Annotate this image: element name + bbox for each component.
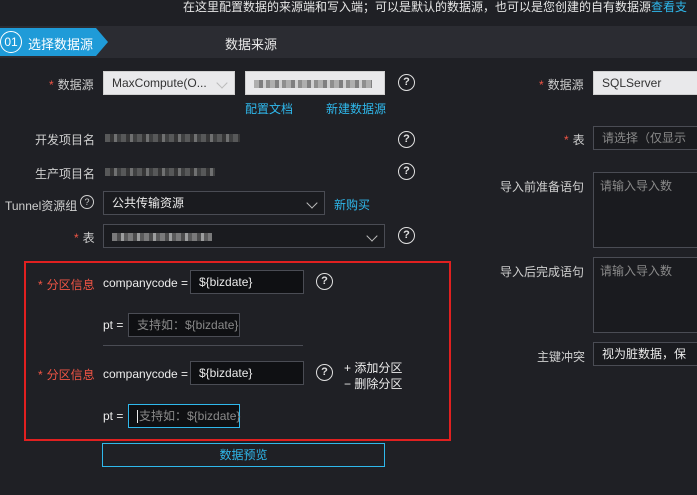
post-sql-textarea[interactable]: 请输入导入数 bbox=[593, 257, 697, 333]
help-icon[interactable]: ? bbox=[398, 131, 415, 148]
redacted-text bbox=[105, 134, 240, 142]
required-mark: * bbox=[564, 133, 569, 147]
top-description-text: 在这里配置数据的来源端和写入端；可以是默认的数据源，也可以是您创建的自有数据源 bbox=[183, 0, 652, 14]
help-icon[interactable]: ? bbox=[398, 227, 415, 244]
source-table-label: * 表 bbox=[74, 229, 95, 246]
partition-value-input-2[interactable]: ${bizdate} bbox=[190, 361, 304, 385]
partition-subkey-2: pt = bbox=[103, 409, 124, 423]
tunnel-resource-select[interactable]: 公共传输资源 bbox=[103, 191, 325, 215]
required-mark: * bbox=[539, 78, 544, 92]
target-datasource-type-select[interactable]: SQLServer bbox=[593, 71, 697, 95]
partition-subvalue-input-1[interactable]: 支持如：${bizdate} bbox=[128, 313, 240, 337]
pre-sql-label: 导入前准备语句 bbox=[500, 180, 585, 194]
source-table-select[interactable] bbox=[103, 224, 385, 248]
partition-label-text: 分区信息 bbox=[46, 278, 95, 292]
tunnel-label: Tunnel资源组 bbox=[5, 199, 78, 213]
pre-sql-textarea[interactable]: 请输入导入数 bbox=[593, 172, 697, 248]
config-doc-link[interactable]: 配置文档 bbox=[245, 100, 293, 117]
source-datasource-label: * 数据源 bbox=[49, 76, 94, 93]
redacted-text bbox=[112, 233, 212, 241]
target-table-label-text: 表 bbox=[572, 133, 585, 147]
required-mark: * bbox=[49, 78, 54, 92]
help-icon[interactable]: ? bbox=[398, 74, 415, 91]
prod-project-value bbox=[105, 160, 220, 184]
text-caret bbox=[137, 410, 138, 424]
partition-label-text: 分区信息 bbox=[46, 368, 95, 382]
partition-value-input-1[interactable]: ${bizdate} bbox=[190, 270, 304, 294]
target-datasource-label: * 数据源 bbox=[539, 76, 584, 93]
remove-partition-button[interactable]: − 删除分区 bbox=[344, 375, 402, 392]
tunnel-resource-value: 公共传输资源 bbox=[112, 196, 185, 210]
step-label: 选择数据源 bbox=[28, 37, 94, 52]
target-datasource-value: SQLServer bbox=[602, 76, 662, 90]
help-icon[interactable]: ? bbox=[316, 364, 333, 381]
target-datasource-label-text: 数据源 bbox=[547, 78, 584, 92]
partition-subvalue-input-2[interactable]: 支持如：${bizdate} bbox=[128, 404, 240, 428]
partition-divider bbox=[103, 345, 303, 346]
chevron-down-icon bbox=[306, 197, 318, 209]
data-preview-button[interactable]: 数据预览 bbox=[102, 443, 385, 467]
partition-subvalue-placeholder-2: 支持如：${bizdate} bbox=[139, 409, 241, 423]
chevron-down-icon bbox=[366, 230, 378, 242]
source-datasource-type-value: MaxCompute(O... bbox=[112, 76, 207, 90]
dev-project-label: 开发项目名 bbox=[35, 133, 96, 147]
dev-project-value bbox=[105, 126, 245, 150]
pk-conflict-label: 主键冲突 bbox=[537, 350, 586, 364]
chevron-down-icon bbox=[216, 77, 228, 89]
source-datasource-label-text: 数据源 bbox=[57, 78, 94, 92]
add-partition-button[interactable]: + 添加分区 bbox=[344, 359, 402, 376]
required-mark: * bbox=[38, 278, 43, 292]
post-sql-label: 导入后完成语句 bbox=[500, 265, 585, 279]
top-description: 在这里配置数据的来源端和写入端；可以是默认的数据源，也可以是您创建的自有数据源查… bbox=[183, 0, 687, 16]
redacted-text bbox=[254, 80, 372, 88]
pk-conflict-select[interactable]: 视为脏数据，保 bbox=[593, 342, 697, 366]
buy-link[interactable]: 新购买 bbox=[334, 196, 370, 213]
redacted-text bbox=[105, 168, 215, 176]
section-title: 数据来源 bbox=[225, 37, 278, 52]
help-icon[interactable]: ? bbox=[316, 273, 333, 290]
partition-subkey-1: pt = bbox=[103, 318, 124, 332]
source-datasource-type-select[interactable]: MaxCompute(O... bbox=[103, 71, 235, 95]
partition-label-1: * 分区信息 bbox=[38, 276, 95, 293]
partition-key-1: companycode = bbox=[103, 276, 189, 290]
step-number-badge: 01 bbox=[0, 31, 22, 53]
help-icon[interactable]: ? bbox=[80, 195, 94, 209]
partition-key-2: companycode = bbox=[103, 367, 189, 381]
view-more-link[interactable]: 查看支 bbox=[651, 0, 687, 14]
help-icon[interactable]: ? bbox=[398, 163, 415, 180]
source-datasource-name-select[interactable] bbox=[245, 71, 385, 95]
required-mark: * bbox=[74, 231, 79, 245]
new-datasource-link[interactable]: 新建数据源 bbox=[326, 100, 386, 117]
required-mark: * bbox=[38, 368, 43, 382]
prod-project-label: 生产项目名 bbox=[35, 167, 96, 181]
partition-label-2: * 分区信息 bbox=[38, 366, 95, 383]
target-table-select[interactable]: 请选择（仅显示 bbox=[593, 126, 697, 150]
target-table-label: * 表 bbox=[564, 131, 585, 148]
source-table-label-text: 表 bbox=[82, 231, 95, 245]
